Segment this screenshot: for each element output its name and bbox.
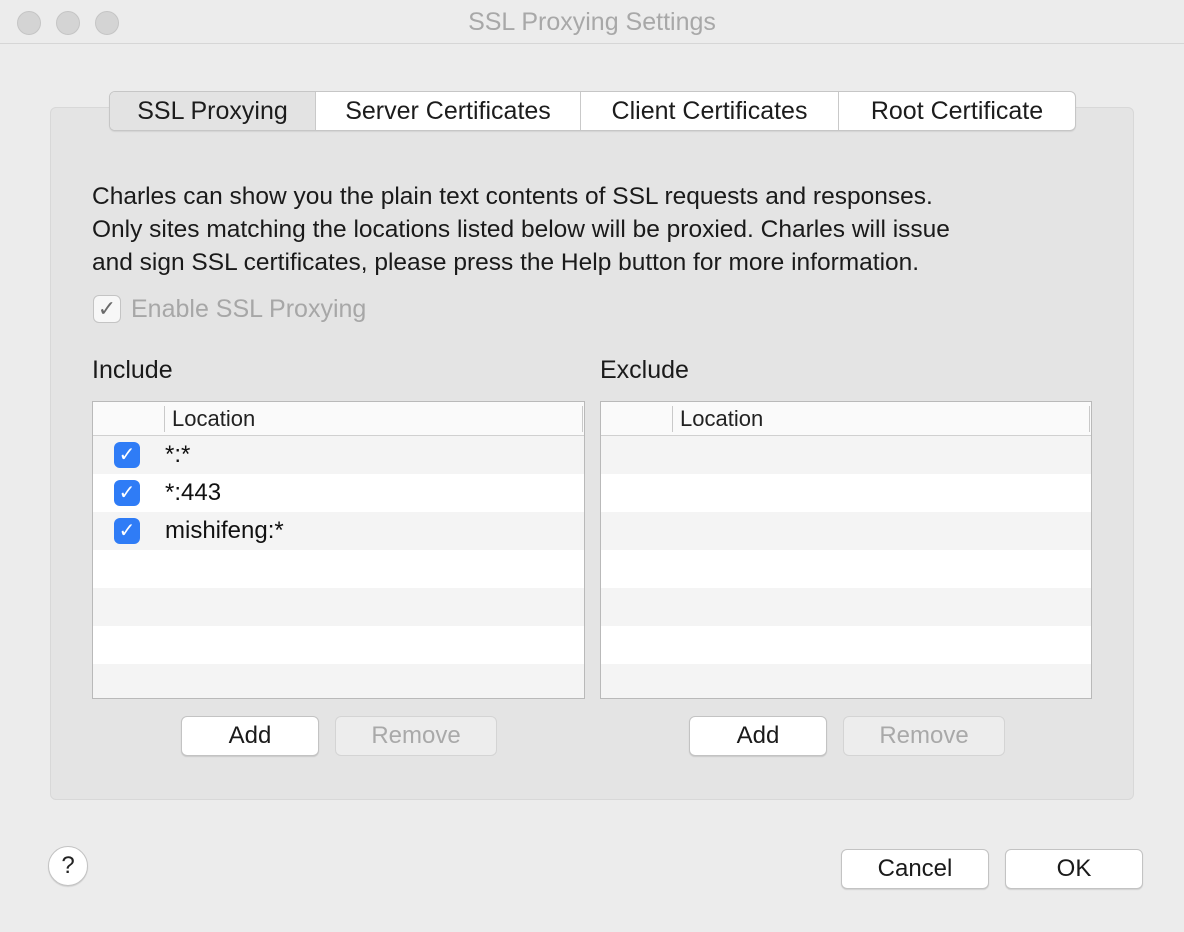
tab-root-certificate[interactable]: Root Certificate: [839, 92, 1075, 130]
table-row[interactable]: ✓ *:*: [93, 436, 584, 474]
checkmark-icon: ✓: [118, 520, 136, 542]
include-row-checkbox[interactable]: ✓: [114, 480, 140, 506]
column-separator: [582, 406, 583, 432]
exclude-add-button[interactable]: Add: [689, 716, 827, 756]
description-line: Charles can show you the plain text cont…: [92, 183, 933, 210]
include-row-location: mishifeng:*: [165, 517, 284, 544]
empty-row: [601, 512, 1091, 550]
window-title: SSL Proxying Settings: [468, 8, 716, 36]
enable-ssl-proxying-checkbox[interactable]: ✓: [93, 295, 121, 323]
question-mark-icon: ?: [61, 852, 75, 879]
column-separator: [164, 406, 165, 432]
cancel-button[interactable]: Cancel: [841, 849, 989, 889]
help-button[interactable]: ?: [48, 846, 88, 886]
empty-row: [601, 664, 1091, 698]
exclude-location-header[interactable]: Location: [680, 406, 763, 432]
tab-server-certificates[interactable]: Server Certificates: [316, 92, 581, 130]
empty-row: [93, 626, 584, 664]
exclude-label: Exclude: [600, 356, 689, 384]
checkmark-icon: ✓: [97, 296, 117, 321]
include-label: Include: [92, 356, 173, 384]
include-add-button[interactable]: Add: [181, 716, 319, 756]
include-table[interactable]: Location ✓ *:* ✓ *:443 ✓ mishifeng:*: [92, 401, 585, 699]
include-remove-button[interactable]: Remove: [335, 716, 497, 756]
enable-ssl-proxying-label: Enable SSL Proxying: [131, 294, 367, 323]
table-row[interactable]: ✓ *:443: [93, 474, 584, 512]
empty-row: [93, 588, 584, 626]
empty-row: [601, 436, 1091, 474]
exclude-remove-button[interactable]: Remove: [843, 716, 1005, 756]
empty-row: [601, 626, 1091, 664]
tab-bar: SSL Proxying Server Certificates Client …: [109, 91, 1076, 131]
include-location-header[interactable]: Location: [172, 406, 255, 432]
empty-row: [93, 550, 584, 588]
include-row-location: *:443: [165, 479, 222, 506]
description-line: and sign SSL certificates, please press …: [92, 249, 920, 276]
include-row-checkbox[interactable]: ✓: [114, 518, 140, 544]
checkmark-icon: ✓: [118, 482, 136, 504]
tab-client-certificates[interactable]: Client Certificates: [581, 92, 839, 130]
include-row-checkbox[interactable]: ✓: [114, 442, 140, 468]
table-row[interactable]: ✓ mishifeng:*: [93, 512, 584, 550]
tab-ssl-proxying[interactable]: SSL Proxying: [110, 92, 316, 130]
empty-row: [601, 588, 1091, 626]
title-bar: SSL Proxying Settings: [0, 0, 1184, 44]
enable-ssl-proxying-row: ✓ Enable SSL Proxying: [93, 294, 366, 324]
empty-row: [601, 474, 1091, 512]
empty-row: [93, 664, 584, 698]
description-line: Only sites matching the locations listed…: [92, 216, 950, 243]
column-separator: [672, 406, 673, 432]
column-separator: [1089, 406, 1090, 432]
ok-button[interactable]: OK: [1005, 849, 1143, 889]
exclude-table[interactable]: Location: [600, 401, 1092, 699]
checkmark-icon: ✓: [118, 444, 136, 466]
include-row-location: *:*: [165, 441, 191, 468]
exclude-table-header: Location: [601, 402, 1091, 436]
include-table-header: Location: [93, 402, 584, 436]
empty-row: [601, 550, 1091, 588]
description-text: Charles can show you the plain text cont…: [92, 180, 1092, 279]
